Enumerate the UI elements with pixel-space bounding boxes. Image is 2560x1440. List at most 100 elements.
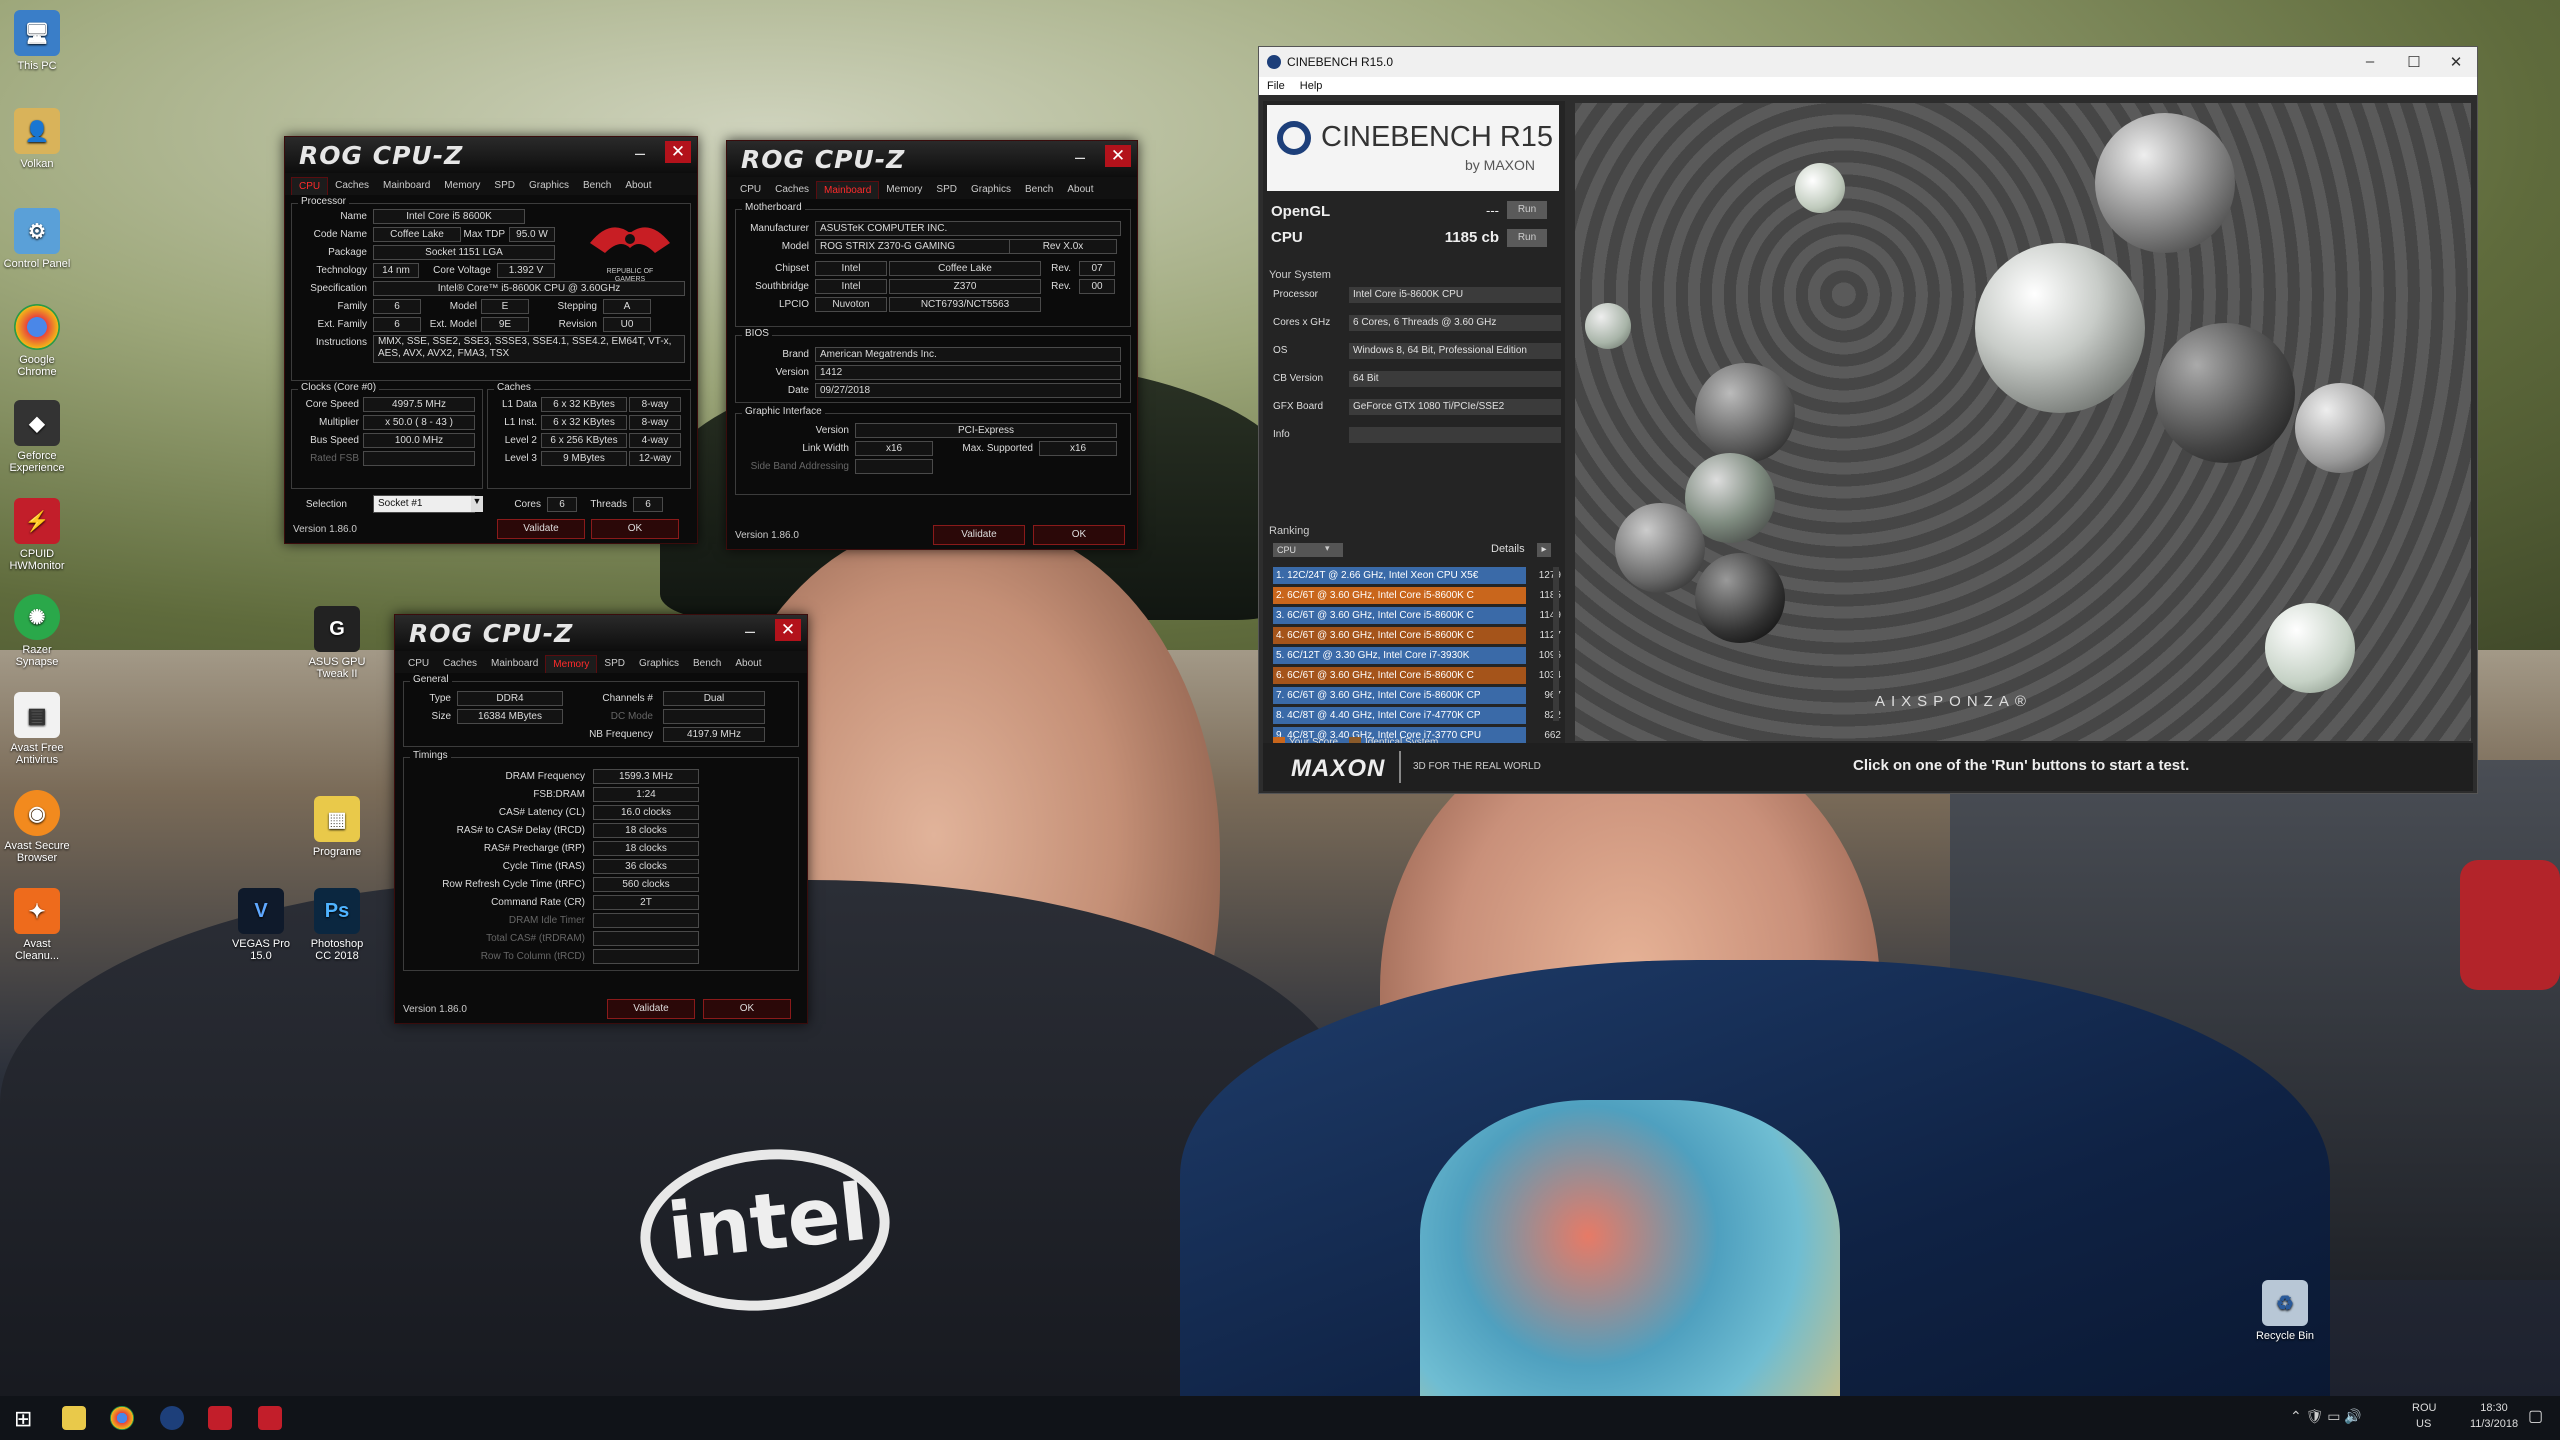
- tab-spd[interactable]: SPD: [597, 655, 632, 675]
- chrome-taskbar-icon[interactable]: [110, 1406, 134, 1430]
- cores-field: 6: [547, 497, 577, 512]
- details-toggle-icon[interactable]: ▸: [1537, 543, 1551, 557]
- ranking-entry[interactable]: 6. 6C/6T @ 3.60 GHz, Intel Core i5-8600K…: [1273, 667, 1526, 684]
- cpuz-memory-window: ROG CPU-Z – ✕ CPU Caches Mainboard Memor…: [394, 614, 808, 1024]
- system-value: 64 Bit: [1349, 371, 1561, 387]
- bus-speed-field: 100.0 MHz: [363, 433, 475, 448]
- desktop-icon-razer[interactable]: ✺ Razer Synapse: [2, 594, 72, 668]
- close-button[interactable]: ✕: [2441, 53, 2471, 71]
- tray-icons[interactable]: ⌃ 🛡 ▭ 🔊: [2290, 1408, 2362, 1425]
- cinebench-taskbar-icon[interactable]: [160, 1406, 184, 1430]
- menu-help[interactable]: Help: [1300, 80, 1323, 92]
- desktop-icon-hwmonitor[interactable]: ⚡ CPUID HWMonitor: [2, 498, 72, 572]
- cinebench-sidebar: CINEBENCH R15 by MAXON OpenGL --- Run CP…: [1263, 101, 1565, 791]
- timing-value: [593, 913, 699, 928]
- close-button[interactable]: ✕: [775, 619, 801, 641]
- desktop-icon-avast-av[interactable]: ▤ Avast Free Antivirus: [2, 692, 72, 766]
- cpu-score: 1185 cb: [1444, 229, 1499, 246]
- tab-about[interactable]: About: [1060, 181, 1100, 201]
- computer-icon: 🖥: [14, 10, 60, 56]
- ranking-entry[interactable]: 1. 12C/24T @ 2.66 GHz, Intel Xeon CPU X5…: [1273, 567, 1526, 584]
- tab-cpu[interactable]: CPU: [401, 655, 436, 675]
- validate-button[interactable]: Validate: [497, 519, 585, 539]
- tab-mainboard[interactable]: Mainboard: [376, 177, 437, 197]
- ranking-entry[interactable]: 5. 6C/12T @ 3.30 GHz, Intel Core i7-3930…: [1273, 647, 1526, 664]
- ok-button[interactable]: OK: [1033, 525, 1125, 545]
- ranking-entry[interactable]: 8. 4C/8T @ 4.40 GHz, Intel Core i7-4770K…: [1273, 707, 1526, 724]
- tab-spd[interactable]: SPD: [487, 177, 522, 197]
- desktop-icon-gpu-tweak[interactable]: G ASUS GPU Tweak II: [302, 606, 372, 680]
- close-button[interactable]: ✕: [1105, 145, 1131, 167]
- run-opengl-button[interactable]: Run: [1507, 201, 1547, 219]
- start-button[interactable]: ⊞: [14, 1406, 32, 1432]
- clock-date[interactable]: 11/3/2018: [2464, 1418, 2524, 1430]
- validate-button[interactable]: Validate: [933, 525, 1025, 545]
- timing-value: 2T: [593, 895, 699, 910]
- tab-mainboard[interactable]: Mainboard: [816, 181, 880, 201]
- gpu-tweak-icon: G: [314, 606, 360, 652]
- desktop-icon-avast-cleanup[interactable]: ✦ Avast Cleanu...: [2, 888, 72, 962]
- tab-caches[interactable]: Caches: [768, 181, 816, 201]
- ranking-entry[interactable]: 3. 6C/6T @ 3.60 GHz, Intel Core i5-8600K…: [1273, 607, 1526, 624]
- validate-button[interactable]: Validate: [607, 999, 695, 1019]
- tab-about[interactable]: About: [728, 655, 768, 675]
- footer: Version 1.86.0 Validate OK: [727, 523, 1137, 549]
- desktop-icon-geforce[interactable]: ◆ Geforce Experience: [2, 400, 72, 474]
- desktop-icon-vegas[interactable]: V VEGAS Pro 15.0: [226, 888, 296, 962]
- cpuz-taskbar-icon[interactable]: [208, 1406, 232, 1430]
- ranking-scrollbar[interactable]: [1553, 567, 1559, 721]
- tab-graphics[interactable]: Graphics: [522, 177, 576, 197]
- tab-memory[interactable]: Memory: [879, 181, 929, 201]
- run-cpu-button[interactable]: Run: [1507, 229, 1547, 247]
- tab-caches[interactable]: Caches: [436, 655, 484, 675]
- tab-graphics[interactable]: Graphics: [632, 655, 686, 675]
- ok-button[interactable]: OK: [591, 519, 679, 539]
- file-explorer-icon[interactable]: [62, 1406, 86, 1430]
- timing-value: 1599.3 MHz: [593, 769, 699, 784]
- hwmonitor-taskbar-icon[interactable]: [258, 1406, 282, 1430]
- tab-graphics[interactable]: Graphics: [964, 181, 1018, 201]
- desktop-icon-chrome[interactable]: Google Chrome: [2, 304, 72, 378]
- tab-bench[interactable]: Bench: [1018, 181, 1060, 201]
- minimize-button[interactable]: –: [1069, 147, 1091, 169]
- desktop-icon-recycle-bin[interactable]: ♻ Recycle Bin: [2250, 1280, 2320, 1342]
- desktop-icon-avast-browser[interactable]: ◉ Avast Secure Browser: [2, 790, 72, 864]
- chevron-down-icon[interactable]: ▼: [471, 496, 483, 512]
- tab-spd[interactable]: SPD: [929, 181, 964, 201]
- minimize-button[interactable]: –: [739, 621, 761, 643]
- ranking-entry[interactable]: 7. 6C/6T @ 3.60 GHz, Intel Core i5-8600K…: [1273, 687, 1526, 704]
- taskbar: ⊞ ⌃ 🛡 ▭ 🔊 ROU US 18:30 11/3/2018 ▢: [0, 1396, 2560, 1440]
- notification-icon[interactable]: ▢: [2528, 1406, 2543, 1426]
- maximize-button[interactable]: ☐: [2399, 53, 2429, 71]
- ok-button[interactable]: OK: [703, 999, 791, 1019]
- ranking-select[interactable]: CPU: [1273, 543, 1343, 557]
- desktop-icon-programe[interactable]: ▦ Programe: [302, 796, 372, 858]
- desktop-icon-photoshop[interactable]: Ps Photoshop CC 2018: [302, 888, 372, 962]
- tab-cpu[interactable]: CPU: [733, 181, 768, 201]
- tab-about[interactable]: About: [618, 177, 658, 197]
- tab-cpu[interactable]: CPU: [291, 177, 329, 197]
- close-button[interactable]: ✕: [665, 141, 691, 163]
- ranking-entry[interactable]: 2. 6C/6T @ 3.60 GHz, Intel Core i5-8600K…: [1273, 587, 1526, 604]
- minimize-button[interactable]: –: [629, 143, 651, 165]
- package-field: Socket 1151 LGA: [373, 245, 555, 260]
- tab-bench[interactable]: Bench: [576, 177, 618, 197]
- tab-mainboard[interactable]: Mainboard: [484, 655, 545, 675]
- minimize-button[interactable]: –: [2355, 53, 2385, 70]
- tab-bench[interactable]: Bench: [686, 655, 728, 675]
- desktop-icon-user[interactable]: 👤 Volkan: [2, 108, 72, 170]
- footer: Version 1.86.0 Validate OK: [395, 997, 807, 1023]
- tab-memory[interactable]: Memory: [545, 655, 598, 675]
- socket-select[interactable]: Socket #1: [373, 495, 475, 513]
- menu-file[interactable]: File: [1267, 80, 1285, 92]
- desktop-icon-control-panel[interactable]: ⚙ Control Panel: [2, 208, 72, 270]
- tab-caches[interactable]: Caches: [328, 177, 376, 197]
- chevron-down-icon[interactable]: ▾: [1325, 543, 1330, 554]
- details-button[interactable]: Details: [1491, 543, 1525, 555]
- language-indicator[interactable]: ROU: [2412, 1402, 2436, 1414]
- cinebench-logo-text: CINEBENCH R15: [1321, 121, 1554, 153]
- desktop-icon-this-pc[interactable]: 🖥 This PC: [2, 10, 72, 72]
- clock-time[interactable]: 18:30: [2464, 1402, 2524, 1414]
- ranking-entry[interactable]: 4. 6C/6T @ 3.60 GHz, Intel Core i5-8600K…: [1273, 627, 1526, 644]
- tab-memory[interactable]: Memory: [437, 177, 487, 197]
